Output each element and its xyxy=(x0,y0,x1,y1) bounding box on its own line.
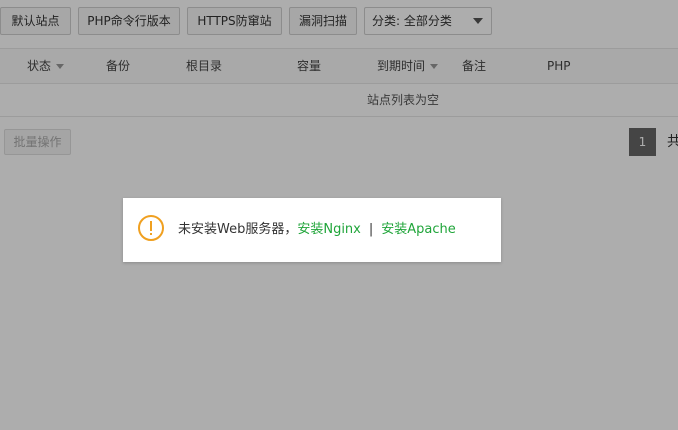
dialog-message-text: 未安装Web服务器， xyxy=(178,222,298,237)
warning-icon xyxy=(138,215,164,241)
no-webserver-dialog: 未安装Web服务器，安装Nginx | 安装Apache xyxy=(123,198,501,262)
install-nginx-link[interactable]: 安装Nginx xyxy=(297,222,361,237)
dialog-message: 未安装Web服务器，安装Nginx | 安装Apache xyxy=(178,198,456,262)
install-apache-link[interactable]: 安装Apache xyxy=(381,222,456,237)
link-separator: | xyxy=(368,222,374,237)
